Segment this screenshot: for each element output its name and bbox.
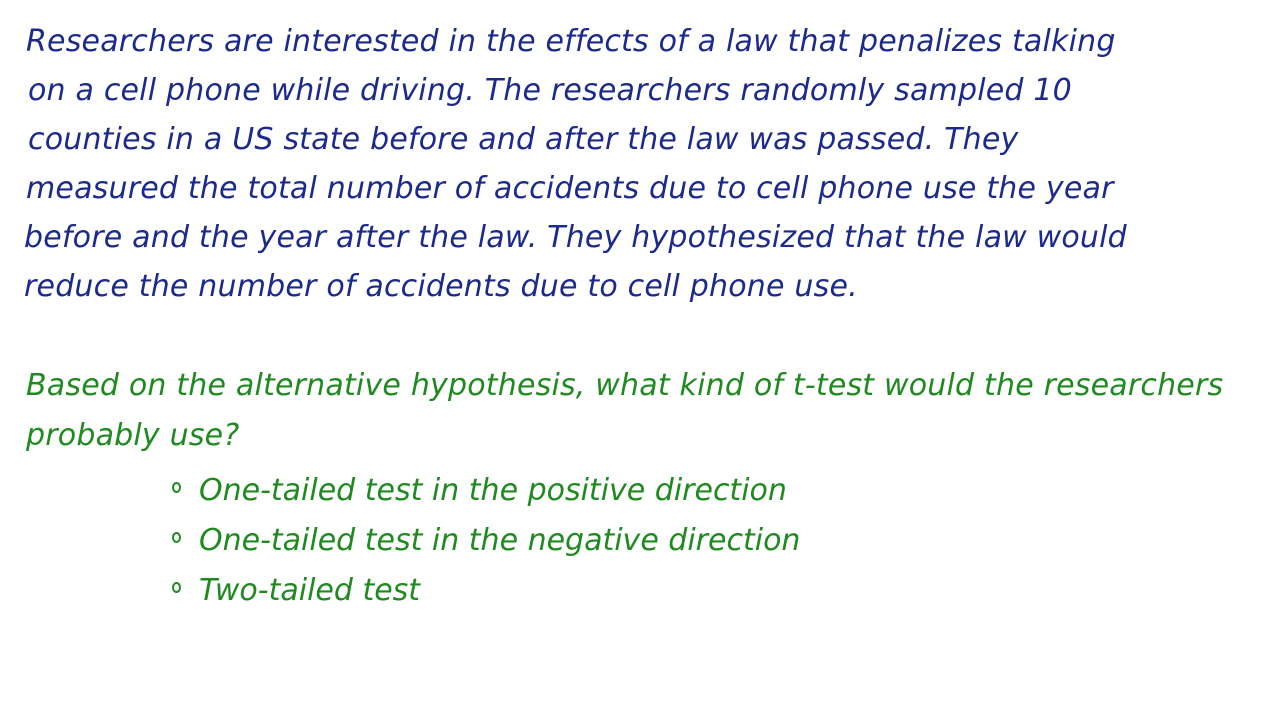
answer-option-label: One-tailed test in the negative directio… bbox=[199, 522, 801, 558]
answer-option-3[interactable]: Two-tailed test bbox=[172, 568, 420, 612]
question-line-1: Based on the alternative hypothesis, wha… bbox=[26, 368, 1224, 403]
problem-line-5: before and the year after the law. They … bbox=[24, 220, 1127, 255]
problem-line-6: reduce the number of accidents due to ce… bbox=[24, 269, 858, 304]
radio-circle-icon[interactable] bbox=[172, 531, 181, 543]
answer-option-1[interactable]: One-tailed test in the positive directio… bbox=[172, 468, 787, 512]
problem-line-4: measured the total number of accidents d… bbox=[26, 171, 1114, 206]
question-line-2: probably use? bbox=[26, 418, 240, 453]
radio-circle-icon[interactable] bbox=[172, 581, 181, 593]
problem-line-2: on a cell phone while driving. The resea… bbox=[28, 73, 1072, 108]
problem-line-3: counties in a US state before and after … bbox=[28, 122, 1019, 157]
whiteboard-canvas: Researchers are interested in the effect… bbox=[0, 0, 1280, 720]
answer-option-label: Two-tailed test bbox=[199, 572, 421, 608]
radio-circle-icon[interactable] bbox=[172, 481, 181, 493]
answer-option-2[interactable]: One-tailed test in the negative directio… bbox=[172, 518, 800, 562]
problem-line-1: Researchers are interested in the effect… bbox=[26, 24, 1116, 59]
answer-option-label: One-tailed test in the positive directio… bbox=[199, 472, 787, 508]
